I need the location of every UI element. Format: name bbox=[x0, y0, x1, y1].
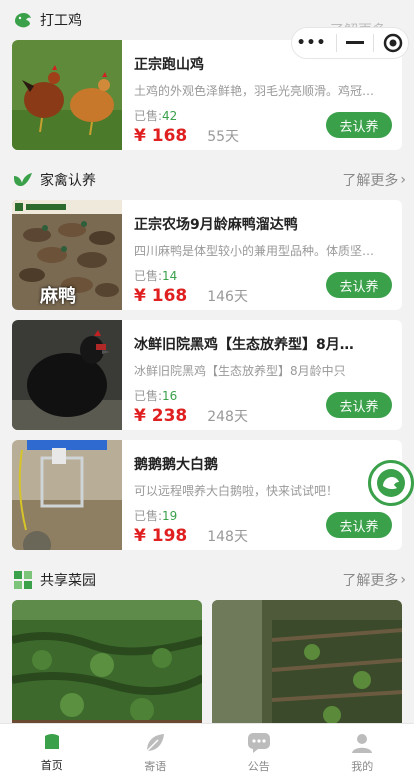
home-icon bbox=[44, 733, 59, 751]
product-image bbox=[12, 440, 122, 550]
customer-service-button[interactable] bbox=[368, 460, 414, 506]
section-title: 打工鸡 bbox=[40, 13, 82, 29]
service-chat-icon bbox=[377, 469, 405, 497]
product-price: ¥ 238 bbox=[134, 406, 188, 426]
chicken-section-icon bbox=[12, 9, 34, 31]
tab-profile[interactable]: 我的 bbox=[311, 724, 414, 781]
product-days: 55天 bbox=[207, 129, 240, 145]
menu-capsule: ••• bbox=[291, 27, 409, 59]
section-title: 家禽认养 bbox=[40, 173, 96, 189]
bird-section-icon bbox=[12, 169, 34, 191]
section-title: 共享菜园 bbox=[40, 573, 96, 589]
product-desc: 四川麻鸭是体型较小的兼用型品种。体质坚… bbox=[134, 244, 375, 258]
garden-image[interactable] bbox=[12, 600, 202, 723]
more-options-button[interactable]: ••• bbox=[297, 35, 327, 51]
product-days: 248天 bbox=[207, 409, 248, 425]
product-price: ¥ 168 bbox=[134, 286, 188, 306]
product-desc: 土鸡的外观色泽鲜艳，羽毛光亮顺滑。鸡冠… bbox=[134, 84, 375, 98]
product-days: 148天 bbox=[207, 529, 248, 545]
chevron-right-icon: › bbox=[400, 572, 406, 588]
garden-grid bbox=[0, 600, 414, 723]
tab-home[interactable]: 首页 bbox=[0, 724, 104, 781]
leaf-icon bbox=[146, 733, 165, 752]
product-price: ¥ 198 bbox=[134, 526, 188, 546]
product-name: 冰鲜旧院黑鸡【生态放养型】8月… bbox=[134, 337, 354, 353]
thumb-caption: 麻鸭 bbox=[40, 286, 76, 307]
product-card[interactable]: 冰鲜旧院黑鸡【生态放养型】8月… 冰鲜旧院黑鸡【生态放养型】8月龄中只 已售:1… bbox=[12, 320, 402, 430]
product-days: 146天 bbox=[207, 289, 248, 305]
more-link[interactable]: 了解更多 › bbox=[342, 570, 406, 590]
product-name: 鹅鹅鹅大白鹅 bbox=[134, 457, 218, 473]
adopt-button[interactable]: 去认养 bbox=[326, 112, 392, 138]
product-name: 正宗农场9月龄麻鸭溜达鸭 bbox=[134, 217, 298, 233]
adopt-button[interactable]: 去认养 bbox=[326, 392, 392, 418]
tab-bar: 首页 寄语 公告 我的 bbox=[0, 723, 414, 781]
garden-image[interactable] bbox=[212, 600, 402, 723]
more-link[interactable]: 了解更多 › bbox=[342, 170, 406, 190]
capsule-divider bbox=[335, 34, 337, 52]
chat-icon bbox=[247, 732, 270, 753]
page-scroll[interactable]: 打工鸡 正宗跑山鸡 土鸡的外观色泽鲜艳，羽毛光亮顺滑。鸡冠… 已售:42 ¥ 1… bbox=[0, 0, 414, 723]
tab-message[interactable]: 寄语 bbox=[104, 724, 208, 781]
section-header-poultry: 家禽认养 了解更多 › bbox=[0, 160, 414, 200]
product-card[interactable]: 鹅鹅鹅大白鹅 可以远程喂养大白鹅啦，快来试试吧！ 已售:19 ¥ 198 148… bbox=[12, 440, 402, 550]
product-price: ¥ 168 bbox=[134, 126, 188, 146]
product-desc: 可以远程喂养大白鹅啦，快来试试吧！ bbox=[134, 484, 339, 498]
product-image: 麻鸭 bbox=[12, 200, 122, 310]
minimize-button[interactable] bbox=[345, 41, 364, 45]
close-button[interactable] bbox=[383, 33, 403, 53]
chevron-right-icon: › bbox=[400, 172, 406, 188]
product-image bbox=[12, 320, 122, 430]
user-icon bbox=[352, 733, 373, 753]
tab-notice[interactable]: 公告 bbox=[207, 724, 311, 781]
product-image bbox=[12, 40, 122, 150]
product-desc: 冰鲜旧院黑鸡【生态放养型】8月龄中只 bbox=[134, 364, 346, 378]
product-card[interactable]: 麻鸭 正宗农场9月龄麻鸭溜达鸭 四川麻鸭是体型较小的兼用型品种。体质坚… 已售:… bbox=[12, 200, 402, 310]
adopt-button[interactable]: 去认养 bbox=[326, 512, 392, 538]
capsule-divider bbox=[373, 34, 375, 52]
section-header-garden: 共享菜园 了解更多 › bbox=[0, 560, 414, 600]
adopt-button[interactable]: 去认养 bbox=[326, 272, 392, 298]
garden-section-icon bbox=[12, 569, 34, 591]
